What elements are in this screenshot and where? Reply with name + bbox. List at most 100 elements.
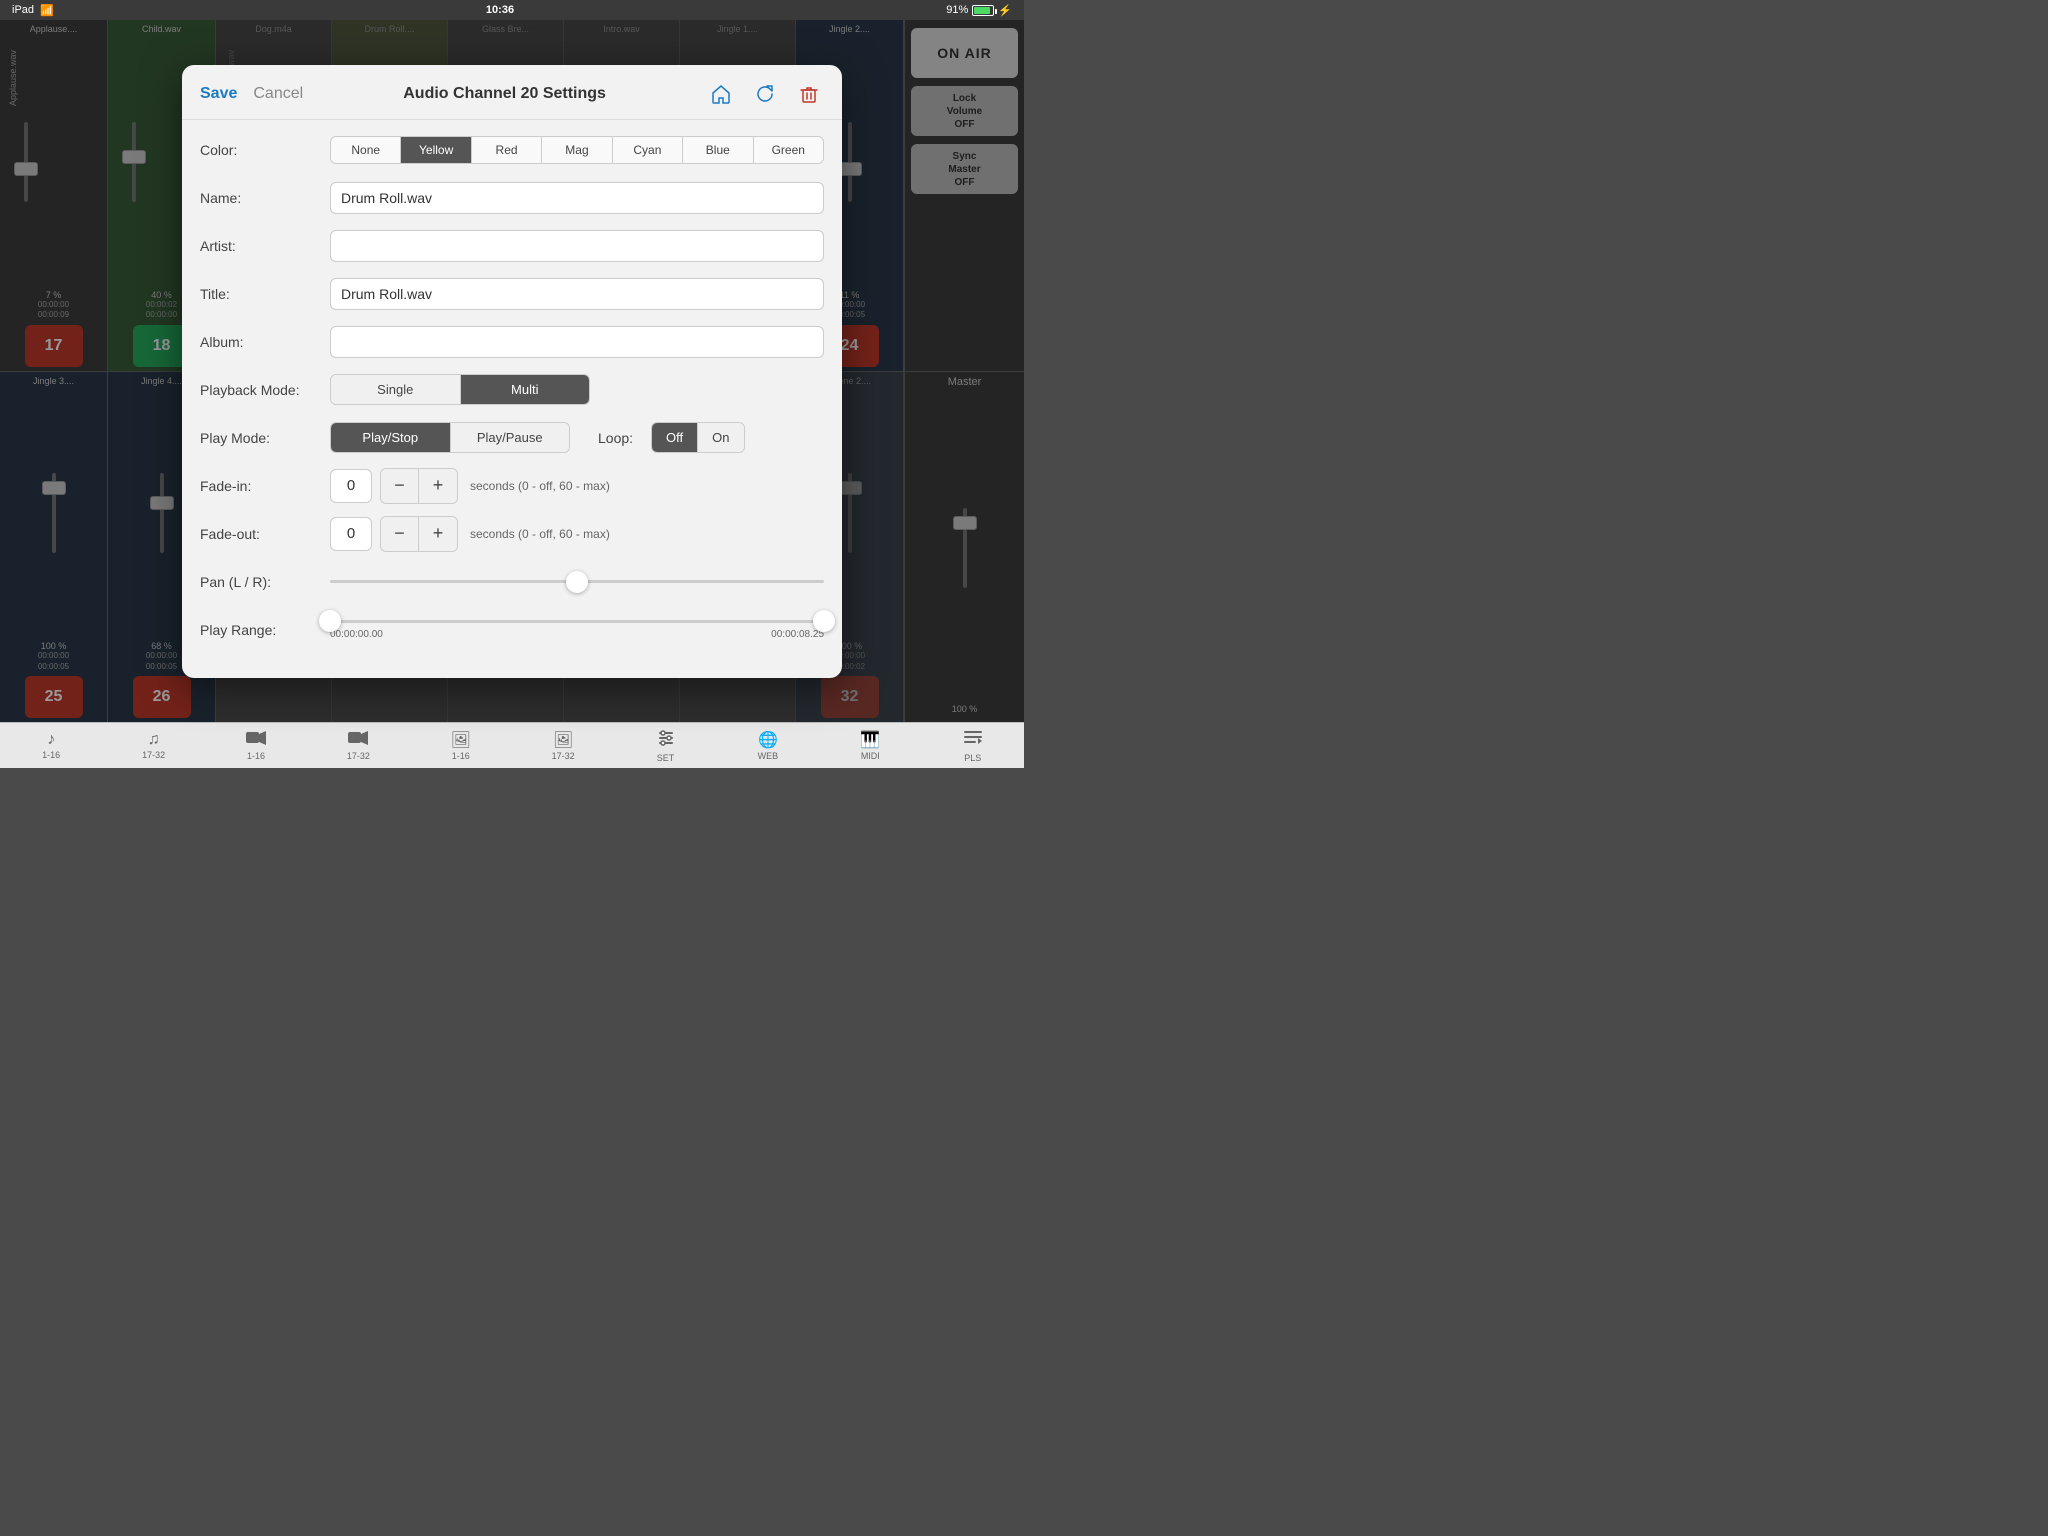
- tab-label-vid-17-32: 17-32: [347, 751, 370, 761]
- tab-img-1-16[interactable]: 🖼 1-16: [431, 730, 491, 761]
- title-label: Title:: [200, 286, 330, 302]
- tab-audio-17-32[interactable]: ♫ 17-32: [124, 731, 184, 760]
- fade-in-desc: seconds (0 - off, 60 - max): [470, 479, 610, 493]
- tab-video-1-16[interactable]: 1-16: [226, 731, 286, 761]
- play-range-row: Play Range: 00:00:00.00 00:00:08.25: [200, 612, 824, 648]
- save-button[interactable]: Save: [200, 85, 237, 103]
- pan-thumb[interactable]: [566, 571, 588, 593]
- fade-in-controls: 0 − + seconds (0 - off, 60 - max): [330, 468, 824, 504]
- artist-label: Artist:: [200, 238, 330, 254]
- trash-icon-button[interactable]: [794, 79, 824, 109]
- wifi-icon: 📶: [40, 4, 54, 17]
- midi-icon: 🎹: [860, 730, 880, 750]
- playback-mode-row: Playback Mode: Single Multi: [200, 372, 824, 408]
- name-input[interactable]: [330, 182, 824, 214]
- clock: 10:36: [486, 4, 514, 16]
- fade-out-control: 0 − + seconds (0 - off, 60 - max): [330, 516, 824, 552]
- play-pause[interactable]: Play/Pause: [451, 423, 570, 452]
- color-blue[interactable]: Blue: [683, 137, 753, 163]
- fade-in-value: 0: [330, 469, 372, 503]
- loop-label: Loop:: [598, 430, 633, 446]
- fade-in-buttons: − +: [380, 468, 458, 504]
- settings-icon: [657, 729, 675, 752]
- title-field-container: [330, 278, 824, 310]
- loop-off[interactable]: Off: [652, 423, 698, 452]
- tab-label-set: SET: [657, 753, 675, 763]
- refresh-icon-button[interactable]: [750, 79, 780, 109]
- color-label: Color:: [200, 142, 330, 158]
- play-range-label: Play Range:: [200, 622, 330, 638]
- color-cyan[interactable]: Cyan: [613, 137, 683, 163]
- play-range-end: 00:00:08.25: [771, 629, 824, 640]
- fade-out-controls: 0 − + seconds (0 - off, 60 - max): [330, 516, 824, 552]
- fade-in-decrement[interactable]: −: [381, 469, 419, 503]
- music-notes-icon: ♫: [148, 731, 160, 749]
- device-label: iPad: [12, 4, 34, 16]
- charging-icon: ⚡: [998, 4, 1012, 17]
- name-row: Name:: [200, 180, 824, 216]
- play-stop[interactable]: Play/Stop: [331, 423, 451, 452]
- color-options: None Yellow Red Mag Cyan Blue Green: [330, 136, 824, 164]
- pan-control: [330, 570, 824, 594]
- play-range-labels: 00:00:00.00 00:00:08.25: [330, 629, 824, 640]
- modal-icons: [706, 79, 824, 109]
- fade-in-control: 0 − + seconds (0 - off, 60 - max): [330, 468, 824, 504]
- settings-modal: Save Cancel Audio Channel 20 Settings: [182, 65, 842, 678]
- tab-label-img-17-32: 17-32: [552, 751, 575, 761]
- color-none[interactable]: None: [331, 137, 401, 163]
- artist-input[interactable]: [330, 230, 824, 262]
- play-mode-row: Play Mode: Play/Stop Play/Pause Loop: Of…: [200, 420, 824, 456]
- tab-label-1-16: 1-16: [42, 750, 60, 760]
- play-mode-label: Play Mode:: [200, 430, 330, 446]
- tab-label-midi: MIDI: [861, 751, 880, 761]
- fade-out-value: 0: [330, 517, 372, 551]
- play-range-start: 00:00:00.00: [330, 629, 383, 640]
- tab-pls[interactable]: PLS: [943, 729, 1003, 763]
- tab-video-17-32[interactable]: 17-32: [328, 731, 388, 761]
- playback-mode-control: Single Multi: [330, 374, 824, 405]
- color-red[interactable]: Red: [472, 137, 542, 163]
- fade-out-decrement[interactable]: −: [381, 517, 419, 551]
- fade-out-label: Fade-out:: [200, 526, 330, 542]
- modal-title: Audio Channel 20 Settings: [303, 85, 706, 103]
- album-input[interactable]: [330, 326, 824, 358]
- fade-out-increment[interactable]: +: [419, 517, 457, 551]
- name-label: Name:: [200, 190, 330, 206]
- tab-audio-1-16[interactable]: ♪ 1-16: [21, 731, 81, 760]
- loop-on[interactable]: On: [698, 423, 743, 452]
- title-row: Title:: [200, 276, 824, 312]
- color-mag[interactable]: Mag: [542, 137, 612, 163]
- color-green[interactable]: Green: [754, 137, 823, 163]
- modal-header: Save Cancel Audio Channel 20 Settings: [182, 65, 842, 120]
- fade-in-label: Fade-in:: [200, 478, 330, 494]
- modal-overlay: Save Cancel Audio Channel 20 Settings: [0, 20, 1024, 722]
- fade-in-increment[interactable]: +: [419, 469, 457, 503]
- tab-label-web: WEB: [758, 751, 779, 761]
- playback-single[interactable]: Single: [331, 375, 461, 404]
- cancel-button[interactable]: Cancel: [253, 85, 303, 103]
- pan-slider[interactable]: [330, 570, 824, 594]
- play-range-thumb-left[interactable]: [319, 610, 341, 632]
- fade-out-row: Fade-out: 0 − + seconds (0 - off, 60 - m…: [200, 516, 824, 552]
- color-yellow[interactable]: Yellow: [401, 137, 471, 163]
- playback-mode-label: Playback Mode:: [200, 382, 330, 398]
- title-input[interactable]: [330, 278, 824, 310]
- tab-img-17-32[interactable]: 🖼 17-32: [533, 730, 593, 761]
- home-icon-button[interactable]: [706, 79, 736, 109]
- playback-multi[interactable]: Multi: [461, 375, 590, 404]
- tab-label-17-32: 17-32: [142, 750, 165, 760]
- artist-row: Artist:: [200, 228, 824, 264]
- globe-icon: 🌐: [758, 730, 778, 750]
- play-range-thumb-right[interactable]: [813, 610, 835, 632]
- pan-row: Pan (L / R):: [200, 564, 824, 600]
- tab-set[interactable]: SET: [636, 729, 696, 763]
- play-range-slider[interactable]: 00:00:00.00 00:00:08.25: [330, 620, 824, 640]
- modal-actions-left: Save Cancel: [200, 85, 303, 103]
- color-row: Color: None Yellow Red Mag Cyan Blue Gre…: [200, 132, 824, 168]
- loop-segmented: Off On: [651, 422, 744, 453]
- tab-midi[interactable]: 🎹 MIDI: [840, 730, 900, 761]
- tab-label-img-1-16: 1-16: [452, 751, 470, 761]
- tab-web[interactable]: 🌐 WEB: [738, 730, 798, 761]
- play-mode-control: Play/Stop Play/Pause Loop: Off On: [330, 422, 824, 453]
- battery-icon: [972, 5, 994, 16]
